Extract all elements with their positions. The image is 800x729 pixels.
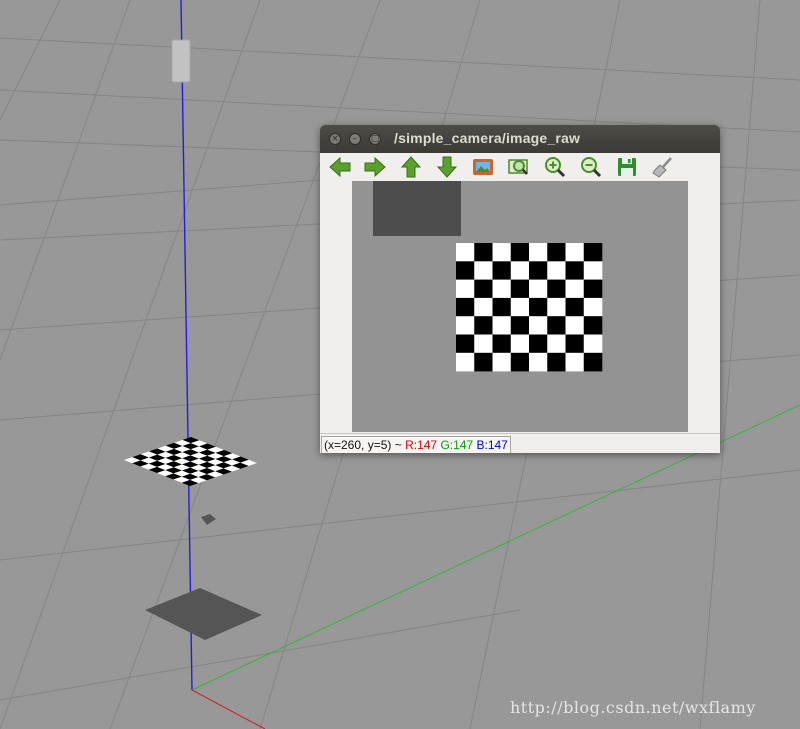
checker-square bbox=[547, 316, 566, 335]
checker-square bbox=[510, 279, 530, 299]
checker-square bbox=[510, 261, 530, 280]
checker-square bbox=[583, 334, 603, 354]
checker-square bbox=[547, 352, 566, 372]
checker-square bbox=[583, 243, 603, 262]
save-button[interactable] bbox=[615, 155, 639, 179]
zoom-fit-icon bbox=[508, 159, 528, 175]
zoom-fit-button[interactable] bbox=[507, 155, 531, 179]
arrow-down-icon bbox=[436, 156, 458, 178]
checker-square bbox=[510, 316, 530, 335]
close-button[interactable]: × bbox=[329, 133, 341, 145]
zoom-out-button[interactable] bbox=[579, 155, 603, 179]
checker-square bbox=[529, 334, 548, 354]
checker-square bbox=[492, 243, 512, 262]
toolbar bbox=[320, 153, 720, 181]
window-titlebar[interactable]: × – □ /simple_camera/image_raw bbox=[320, 125, 720, 153]
pan-down-button[interactable] bbox=[435, 155, 459, 179]
checker-square bbox=[456, 243, 475, 262]
checker-square bbox=[456, 334, 475, 354]
window-title: /simple_camera/image_raw bbox=[394, 130, 581, 146]
pixel-coordinates: (x=260, y=5) ~ bbox=[324, 438, 402, 452]
checker-square bbox=[474, 261, 493, 280]
zoom-in-button[interactable] bbox=[543, 155, 567, 179]
checker-square bbox=[565, 352, 585, 372]
checker-square bbox=[474, 243, 493, 262]
checker-square bbox=[547, 279, 566, 299]
watermark: http://blog.csdn.net/wxflamy bbox=[510, 698, 756, 717]
checker-square bbox=[474, 352, 493, 372]
checker-square bbox=[492, 334, 512, 354]
checker-square bbox=[565, 243, 585, 262]
checker-square bbox=[456, 352, 475, 372]
pixel-green-value: G:147 bbox=[440, 438, 474, 452]
arrow-right-icon bbox=[364, 156, 386, 178]
checker-square bbox=[565, 279, 585, 299]
checker-square bbox=[529, 352, 548, 372]
checker-square bbox=[492, 352, 512, 372]
checker-square bbox=[529, 279, 548, 299]
checker-square bbox=[456, 261, 475, 280]
checker-square bbox=[474, 334, 493, 354]
checker-square bbox=[565, 261, 585, 280]
pan-left-button[interactable] bbox=[328, 155, 352, 179]
checker-square bbox=[583, 316, 603, 335]
maximize-button[interactable]: □ bbox=[369, 133, 381, 145]
clear-button[interactable] bbox=[651, 155, 675, 179]
checker-square bbox=[565, 316, 585, 335]
pixel-blue-value: B:147 bbox=[476, 438, 508, 452]
pan-right-button[interactable] bbox=[363, 155, 387, 179]
checker-square bbox=[474, 316, 493, 335]
checker-square bbox=[510, 352, 530, 372]
arrow-up-icon bbox=[400, 156, 422, 178]
checker-square bbox=[547, 297, 566, 317]
checkerboard-image bbox=[456, 243, 603, 372]
checker-square bbox=[529, 261, 548, 280]
pixel-red-value: R:147 bbox=[405, 438, 438, 452]
checker-square bbox=[529, 297, 548, 317]
checker-square bbox=[583, 279, 603, 299]
checker-square bbox=[492, 297, 512, 317]
pixel-info: (x=260, y=5) ~ R:147 G:147 B:147 bbox=[321, 436, 511, 453]
checker-square bbox=[456, 279, 475, 299]
image-viewport[interactable] bbox=[352, 181, 688, 432]
checker-square bbox=[547, 261, 566, 280]
checker-square bbox=[583, 352, 603, 372]
pan-up-button[interactable] bbox=[399, 155, 423, 179]
minimize-icon: – bbox=[352, 134, 358, 144]
image-fit-button[interactable] bbox=[471, 155, 495, 179]
arrow-left-icon bbox=[329, 156, 351, 178]
checker-square bbox=[510, 297, 530, 317]
checker-square bbox=[529, 243, 548, 262]
checker-square bbox=[583, 297, 603, 317]
checker-square bbox=[510, 243, 530, 262]
checker-square bbox=[474, 279, 493, 299]
close-icon: × bbox=[331, 134, 339, 144]
save-icon bbox=[618, 158, 636, 176]
checker-square bbox=[492, 279, 512, 299]
checker-square bbox=[547, 243, 566, 262]
checker-square bbox=[474, 297, 493, 317]
checker-square bbox=[456, 316, 475, 335]
checker-square bbox=[529, 316, 548, 335]
checker-square bbox=[492, 261, 512, 280]
checker-square bbox=[492, 316, 512, 335]
clear-brush-icon bbox=[652, 157, 672, 178]
status-bar: (x=260, y=5) ~ R:147 G:147 B:147 bbox=[320, 433, 720, 453]
zoom-out-icon bbox=[581, 157, 602, 178]
image-view-window[interactable]: × – □ /simple_camera/image_raw (x=260, y… bbox=[320, 125, 720, 453]
minimize-button[interactable]: – bbox=[349, 133, 361, 145]
image-fit-icon bbox=[473, 159, 493, 175]
camera-image[interactable] bbox=[352, 181, 688, 432]
zoom-in-icon bbox=[545, 157, 566, 178]
camera-model[interactable] bbox=[171, 39, 191, 83]
camera-shadow-region bbox=[373, 181, 461, 236]
maximize-icon: □ bbox=[370, 134, 380, 144]
checker-square bbox=[510, 334, 530, 354]
checker-square bbox=[583, 261, 603, 280]
checker-square bbox=[565, 297, 585, 317]
checker-square bbox=[565, 334, 585, 354]
checker-square bbox=[547, 334, 566, 354]
checker-square bbox=[456, 297, 475, 317]
